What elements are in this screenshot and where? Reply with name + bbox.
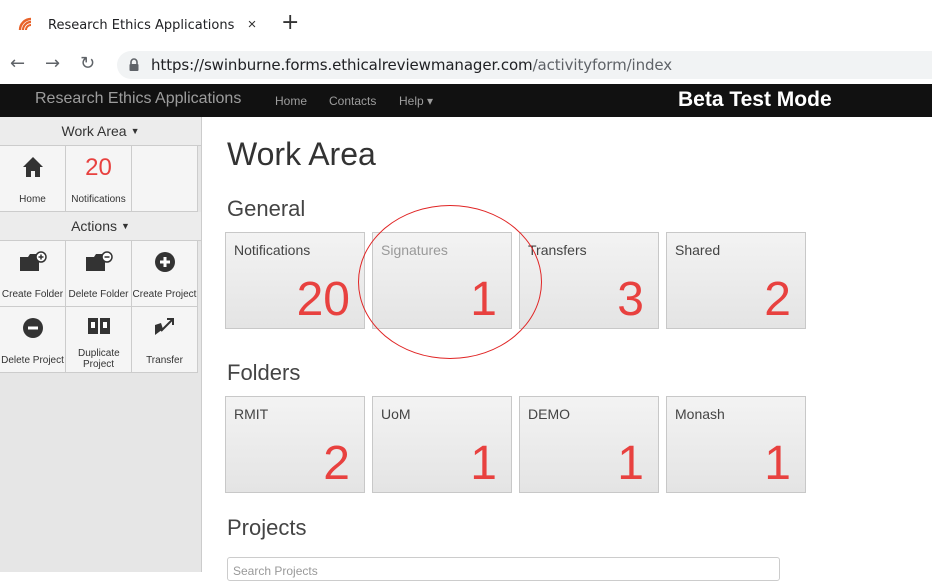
folder-plus-icon: [19, 251, 47, 271]
sidebar-empty-tile: [132, 146, 198, 212]
sidebar-notifications-tile[interactable]: 20 Notifications: [66, 146, 132, 212]
search-placeholder: Search Projects: [233, 564, 318, 578]
url-text: https://swinburne.forms.ethicalreviewman…: [151, 56, 672, 74]
address-bar: ← → ↻ https://swinburne.forms.ethicalrev…: [0, 46, 932, 84]
work-area-label: Work Area: [61, 123, 127, 139]
search-projects-input[interactable]: Search Projects: [227, 557, 780, 581]
reload-icon[interactable]: ↻: [80, 53, 95, 75]
transfer-icon: [154, 318, 174, 335]
wifi-logo-icon: [18, 17, 32, 31]
sidebar: Work Area ▼ Home 20 Notifications Actions…: [0, 117, 202, 572]
folder-card-uom[interactable]: UoM 1: [372, 396, 512, 493]
transfer-label: Transfer: [146, 355, 183, 366]
nav-contacts[interactable]: Contacts: [329, 94, 376, 108]
card-count: 1: [764, 437, 791, 490]
card-count: 1: [617, 437, 644, 490]
card-count: 20: [296, 273, 350, 326]
delete-project-label: Delete Project: [1, 355, 64, 366]
card-label: Shared: [675, 242, 721, 258]
transfer-button[interactable]: Transfer: [132, 307, 198, 373]
card-count: 3: [617, 273, 644, 326]
card-label: Monash: [675, 406, 725, 422]
folders-heading: Folders: [227, 360, 301, 385]
general-heading: General: [227, 196, 306, 221]
duplicate-project-label: Duplicate Project: [78, 348, 120, 370]
browser-tab-strip: Research Ethics Applications × +: [0, 0, 932, 46]
folder-card-demo[interactable]: DEMO 1: [519, 396, 659, 493]
plus-icon[interactable]: +: [281, 12, 299, 34]
create-project-label: Create Project: [132, 289, 197, 300]
beta-banner: Beta Test Mode: [678, 88, 832, 111]
notifications-count: 20: [85, 154, 112, 181]
projects-heading: Projects: [227, 515, 307, 540]
lock-icon: [129, 58, 139, 71]
card-label: Transfers: [528, 242, 587, 258]
actions-header[interactable]: Actions ▼: [0, 212, 201, 241]
card-count: 1: [470, 273, 497, 326]
page-title: Work Area: [227, 136, 376, 172]
brand-link[interactable]: Research Ethics Applications: [35, 90, 241, 108]
duplicate-icon: [87, 318, 110, 334]
card-count: 2: [323, 437, 350, 490]
plus-circle-icon: [154, 252, 175, 272]
close-icon[interactable]: ×: [244, 17, 260, 33]
folder-card-rmit[interactable]: RMIT 2: [225, 396, 365, 493]
url-domain: https://swinburne.forms.ethicalreviewman…: [151, 56, 533, 74]
notifications-tile-label: Notifications: [71, 194, 126, 205]
transfers-card[interactable]: Transfers 3: [519, 232, 659, 329]
home-icon: [22, 157, 43, 177]
card-count: 1: [470, 437, 497, 490]
card-count: 2: [764, 273, 791, 326]
card-label: Signatures: [381, 242, 448, 258]
chevron-down-icon: ▼: [121, 221, 130, 231]
back-icon[interactable]: ←: [10, 53, 25, 75]
actions-label: Actions: [71, 218, 117, 234]
nav-home[interactable]: Home: [275, 94, 307, 108]
notifications-card[interactable]: Notifications 20: [225, 232, 365, 329]
nav-help-dropdown[interactable]: Help ▾: [399, 94, 433, 108]
app-navbar: Research Ethics Applications Home Contac…: [0, 84, 932, 117]
card-label: Notifications: [234, 242, 311, 258]
minus-circle-icon: [22, 318, 43, 338]
folder-minus-icon: [85, 251, 113, 271]
card-label: DEMO: [528, 406, 570, 422]
shared-card[interactable]: Shared 2: [666, 232, 806, 329]
card-label: RMIT: [234, 406, 269, 422]
url-input[interactable]: https://swinburne.forms.ethicalreviewman…: [117, 51, 932, 79]
url-path: /activityform/index: [532, 56, 673, 74]
signatures-card[interactable]: Signatures 1: [372, 232, 512, 329]
tab-title: Research Ethics Applications: [48, 17, 235, 33]
browser-tab[interactable]: Research Ethics Applications ×: [8, 8, 264, 42]
create-project-button[interactable]: Create Project: [132, 241, 198, 307]
chevron-down-icon: ▼: [130, 126, 140, 136]
folder-card-monash[interactable]: Monash 1: [666, 396, 806, 493]
card-label: UoM: [381, 406, 411, 422]
main-content: Work Area General Notifications 20 Signa…: [202, 117, 932, 581]
work-area-header[interactable]: Work Area ▼: [0, 117, 201, 146]
forward-icon[interactable]: →: [45, 53, 60, 75]
delete-project-button[interactable]: Delete Project: [0, 307, 66, 373]
